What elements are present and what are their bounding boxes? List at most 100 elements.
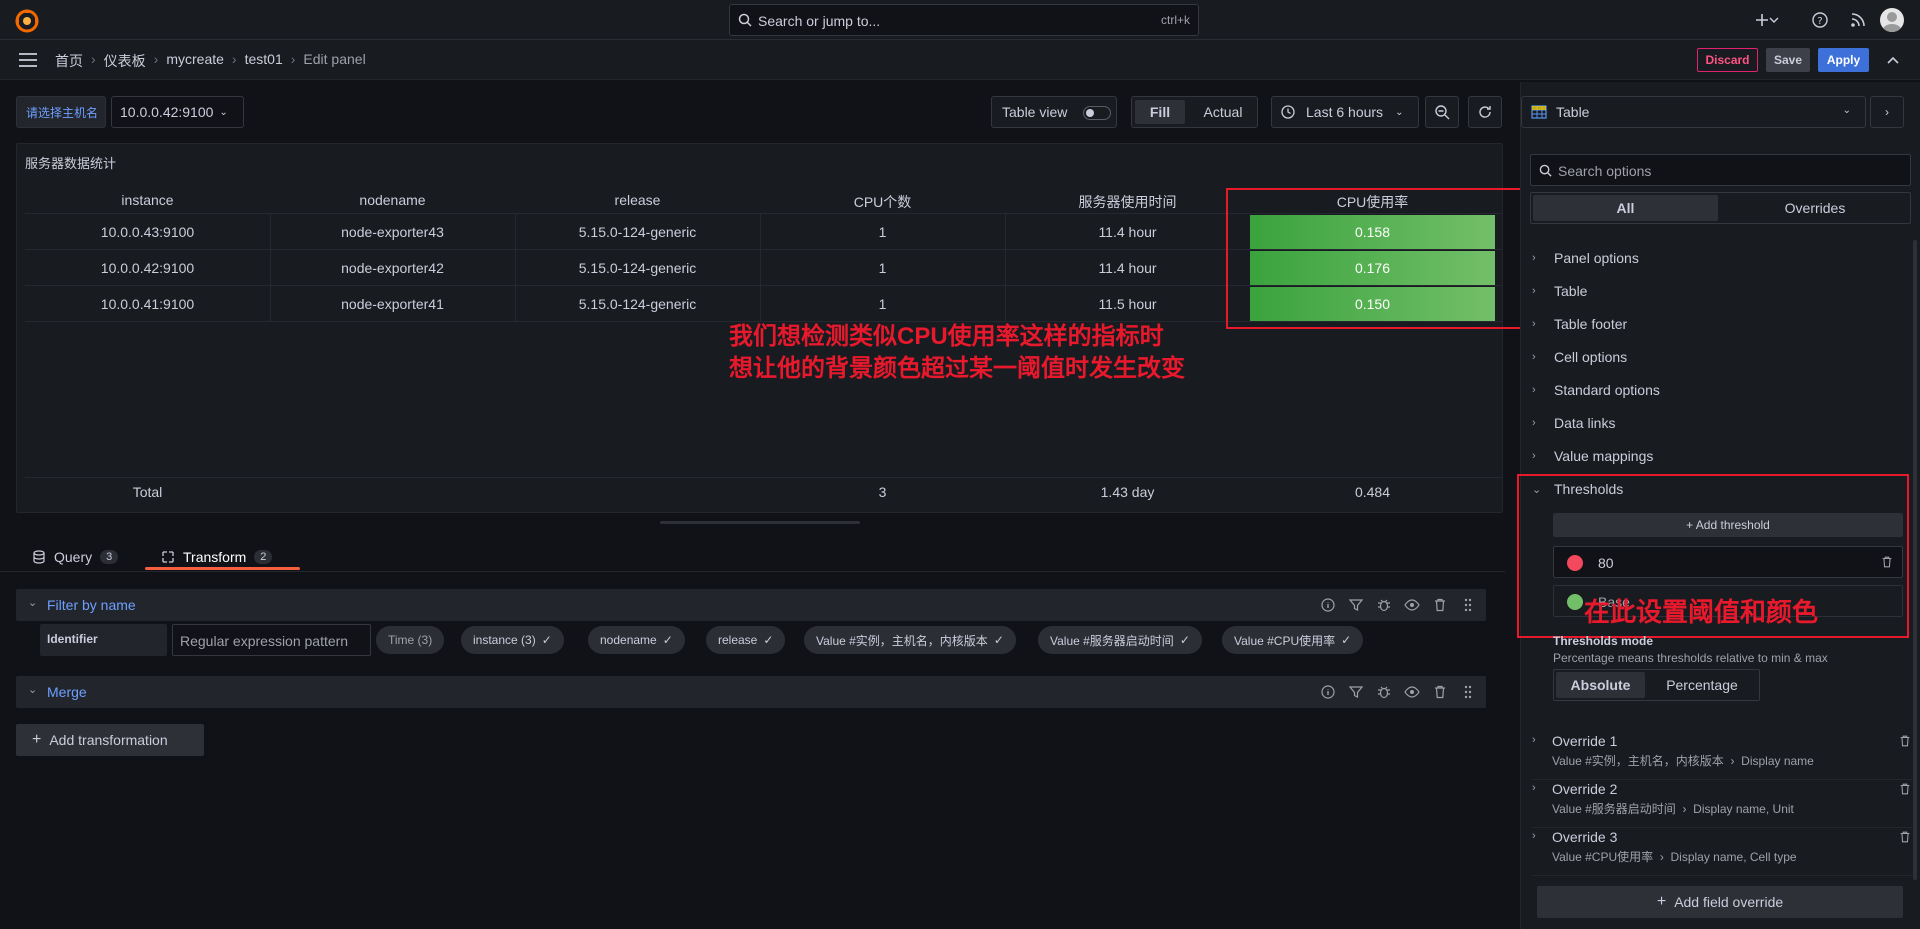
override-properties: Display name, Cell type (1670, 850, 1797, 864)
filter-icon[interactable] (1348, 684, 1364, 700)
fill-button[interactable]: Fill (1135, 100, 1185, 124)
option-group-table-footer[interactable]: › Table footer (1532, 316, 1627, 332)
fill-actual-toggle: Fill Actual (1131, 96, 1258, 128)
trash-icon[interactable] (1898, 734, 1912, 748)
add-transformation-button[interactable]: + Add transformation (16, 724, 204, 756)
trash-icon[interactable] (1432, 597, 1448, 613)
rss-icon[interactable] (1848, 10, 1868, 30)
chevron-down-icon[interactable]: ⌄ (28, 683, 37, 696)
field-chip-value-cpu-usage[interactable]: Value #CPU使用率 ✓ (1222, 626, 1364, 654)
breadcrumb: 首页 › 仪表板 › mycreate › test01 › Edit panel (55, 51, 366, 71)
breadcrumb-dashboards[interactable]: 仪表板 (104, 51, 146, 71)
column-header-nodename[interactable]: nodename (270, 192, 515, 210)
check-icon: ✓ (763, 633, 774, 647)
add-transformation-label: Add transformation (49, 732, 168, 748)
chevron-right-icon: › (1885, 105, 1889, 119)
chevron-down-icon[interactable]: ⌄ (28, 596, 37, 609)
add-field-override-button[interactable]: + Add field override (1537, 886, 1903, 918)
option-group-data-links[interactable]: › Data links (1532, 415, 1615, 431)
chevron-down-icon[interactable] (1768, 10, 1780, 30)
pane-resize-handle[interactable] (660, 521, 860, 524)
collapse-icon[interactable] (1886, 54, 1900, 66)
eye-icon[interactable] (1404, 684, 1420, 700)
drag-handle-icon[interactable] (1460, 597, 1476, 613)
options-scrollbar[interactable] (1913, 240, 1917, 880)
variable-label-text: 请选择主机名 (26, 105, 99, 120)
visualization-name: Table (1556, 104, 1590, 120)
footer-uptime: 1.43 day (1100, 484, 1155, 500)
check-icon: ✓ (993, 633, 1004, 647)
tab-transform-count: 2 (254, 550, 273, 564)
tab-query[interactable]: Query 3 (32, 543, 119, 571)
avatar[interactable] (1880, 8, 1904, 32)
breadcrumb-home[interactable]: 首页 (55, 51, 83, 71)
options-search-input[interactable]: Search options (1530, 154, 1911, 186)
info-icon[interactable] (1320, 684, 1336, 700)
collapse-options-button[interactable]: › (1870, 96, 1904, 128)
apply-button[interactable]: Apply (1818, 48, 1869, 72)
override-title: Override 2 (1552, 781, 1618, 797)
option-group-standard-options[interactable]: › Standard options (1532, 382, 1660, 398)
breadcrumb-dashboard[interactable]: test01 (245, 51, 283, 71)
search-input[interactable]: Search or jump to... ctrl+k (729, 4, 1199, 36)
field-chip-value-instance-info[interactable]: Value #实例，主机名，内核版本 ✓ (804, 626, 1016, 654)
variable-select[interactable]: 10.0.0.42:9100 ⌄ (111, 96, 244, 128)
eye-icon[interactable] (1404, 597, 1420, 613)
column-header-cpu-count[interactable]: CPU个数 (760, 192, 1005, 210)
toggle-switch[interactable] (1083, 106, 1111, 120)
field-chip-instance[interactable]: instance (3) ✓ (461, 626, 564, 654)
override-1[interactable]: › Override 1 Value #实例，主机名，内核版本 › Displa… (1532, 733, 1912, 780)
field-chip-release[interactable]: release ✓ (706, 626, 786, 654)
override-2[interactable]: › Override 2 Value #服务器启动时间 › Display na… (1532, 781, 1912, 828)
transform-merge[interactable]: ⌄ Merge (16, 676, 1486, 708)
transform-icon (162, 551, 174, 563)
transform-actions (1320, 684, 1476, 700)
annotation-text-line1: 我们想检测类似CPU使用率这样的指标时 (729, 323, 1164, 350)
trash-icon[interactable] (1898, 830, 1912, 844)
table-view-toggle[interactable]: Table view (991, 96, 1117, 128)
zoom-out-button[interactable] (1425, 96, 1459, 128)
discard-button[interactable]: Discard (1697, 48, 1758, 72)
footer-label: Total (132, 484, 163, 500)
override-summary: Value #实例，主机名，内核版本 › Display name (1552, 754, 1814, 768)
breadcrumb-folder[interactable]: mycreate (166, 51, 224, 71)
footer-cpu-count: 3 (878, 484, 887, 500)
help-icon[interactable]: ? (1810, 10, 1830, 30)
column-header-instance[interactable]: instance (25, 192, 270, 210)
option-group-table[interactable]: › Table (1532, 283, 1587, 299)
mode-percentage[interactable]: Percentage (1648, 672, 1756, 698)
transform-filter-by-name[interactable]: ⌄ Filter by name (16, 589, 1486, 621)
column-header-release[interactable]: release (515, 192, 760, 210)
override-3[interactable]: › Override 3 Value #CPU使用率 › Display nam… (1532, 829, 1912, 876)
menu-icon[interactable] (18, 52, 38, 68)
table-cell: node-exporter42 (341, 260, 444, 276)
time-range-picker[interactable]: Last 6 hours ⌄ (1271, 96, 1419, 128)
tab-all[interactable]: All (1533, 195, 1718, 221)
chevron-down-icon: ⌄ (1395, 106, 1404, 118)
tab-overrides[interactable]: Overrides (1721, 195, 1909, 221)
field-chip-nodename[interactable]: nodename ✓ (588, 626, 685, 654)
grafana-logo-icon[interactable] (14, 8, 40, 34)
svg-text:?: ? (1817, 16, 1822, 27)
option-group-panel-options[interactable]: › Panel options (1532, 250, 1639, 266)
annotation-text-line2: 想让他的背景颜色超过某一阈值时发生改变 (729, 355, 1185, 382)
visualization-picker[interactable]: Table ⌄ (1521, 96, 1866, 128)
debug-icon[interactable] (1376, 597, 1392, 613)
drag-handle-icon[interactable] (1460, 684, 1476, 700)
option-group-value-mappings[interactable]: › Value mappings (1532, 448, 1653, 464)
trash-icon[interactable] (1898, 782, 1912, 796)
info-icon[interactable] (1320, 597, 1336, 613)
mode-absolute[interactable]: Absolute (1556, 672, 1645, 698)
debug-icon[interactable] (1376, 684, 1392, 700)
trash-icon[interactable] (1432, 684, 1448, 700)
field-chip-value-uptime[interactable]: Value #服务器启动时间 ✓ (1038, 626, 1202, 654)
option-group-cell-options[interactable]: › Cell options (1532, 349, 1627, 365)
save-button[interactable]: Save (1766, 48, 1810, 72)
filter-icon[interactable] (1348, 597, 1364, 613)
actual-button[interactable]: Actual (1198, 100, 1248, 124)
field-chip-time[interactable]: Time (3) (376, 626, 445, 654)
column-header-uptime[interactable]: 服务器使用时间 (1005, 192, 1250, 210)
refresh-button[interactable] (1468, 96, 1502, 128)
table-cell: 1 (878, 224, 887, 240)
identifier-pattern-input[interactable]: Regular expression pattern (172, 624, 371, 656)
